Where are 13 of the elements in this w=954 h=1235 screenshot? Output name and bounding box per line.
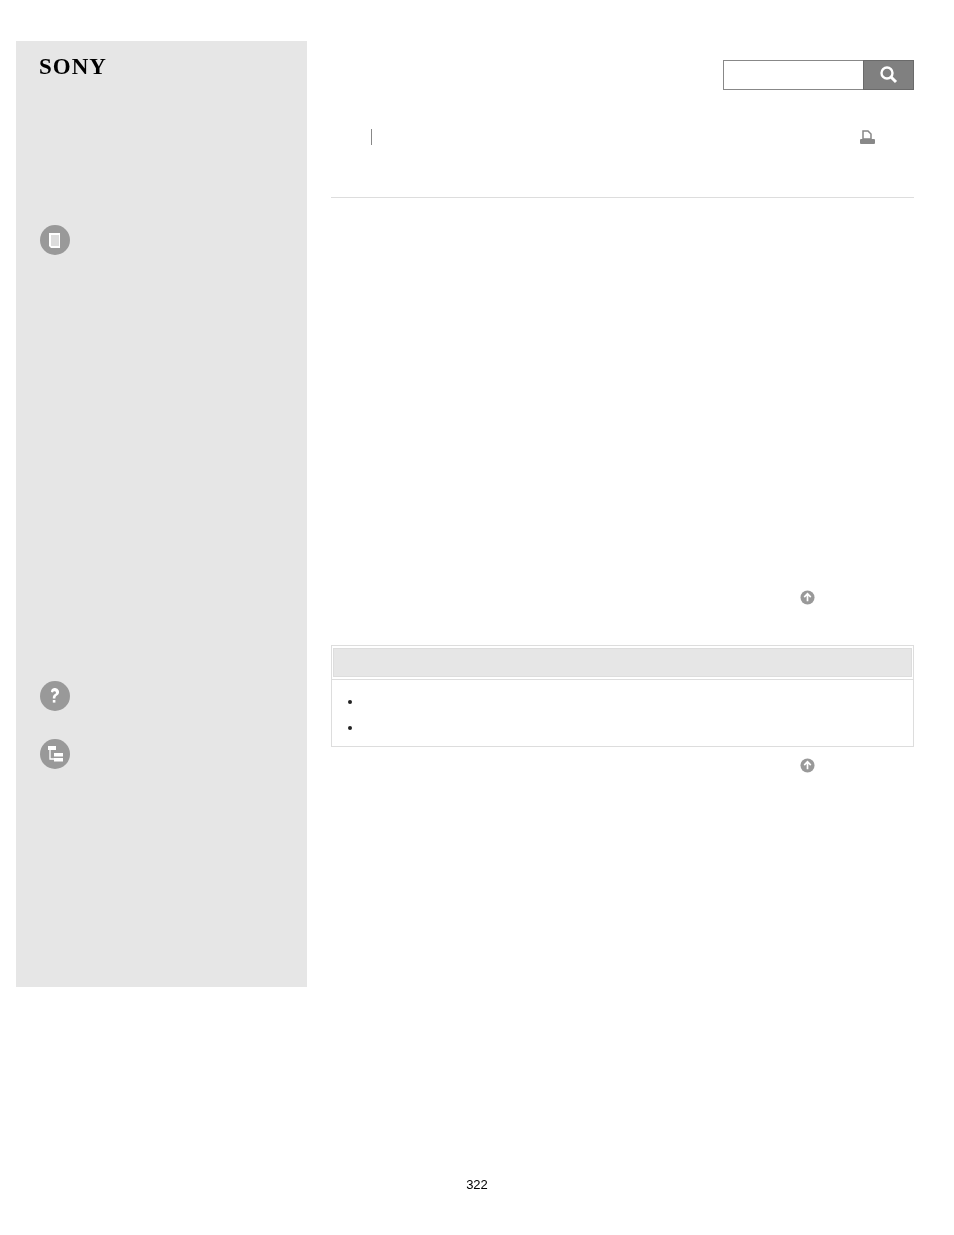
bullet-dot [348, 700, 352, 704]
bullet-dot [348, 726, 352, 730]
search-icon [878, 65, 899, 85]
print-icon[interactable] [859, 129, 876, 145]
search-field[interactable] [723, 60, 863, 90]
back-to-top-icon[interactable] [800, 758, 815, 773]
page-number: 322 [466, 1177, 488, 1192]
brand-logo: SONY [39, 55, 107, 78]
back-to-top-icon[interactable] [800, 590, 815, 605]
book-icon[interactable] [39, 224, 71, 256]
sitemap-icon[interactable] [39, 738, 71, 770]
help-icon[interactable] [39, 680, 71, 712]
search-button[interactable] [863, 60, 914, 90]
